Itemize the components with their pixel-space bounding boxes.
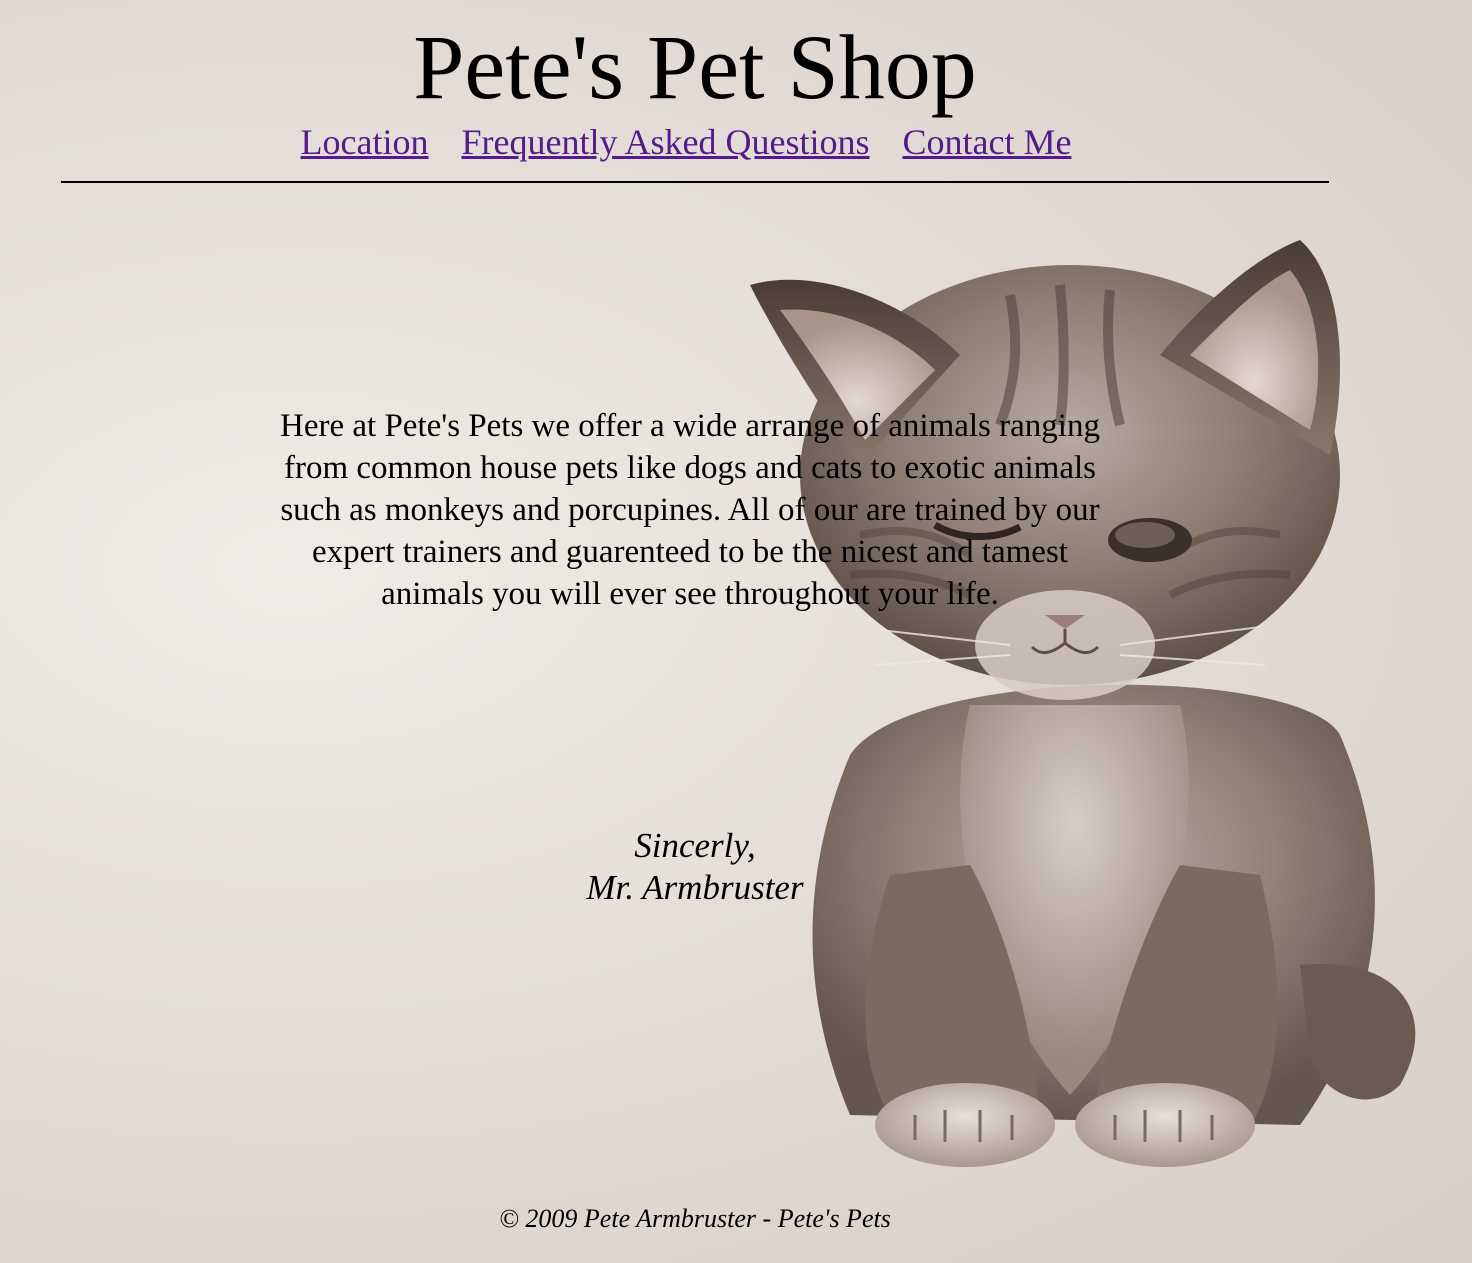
signature-block: Sincerly, Mr. Armbruster: [495, 825, 895, 909]
header-divider: [61, 181, 1329, 183]
footer-copyright: © 2009 Pete Armbruster - Pete's Pets: [499, 1204, 891, 1233]
page-title: Pete's Pet Shop: [413, 16, 977, 118]
nav-link-contact[interactable]: Contact Me: [902, 122, 1071, 162]
top-navigation: Location Frequently Asked Questions Cont…: [0, 120, 1372, 164]
nav-link-faq[interactable]: Frequently Asked Questions: [462, 122, 870, 162]
nav-link-location[interactable]: Location: [301, 122, 429, 162]
signature-name: Mr. Armbruster: [586, 868, 804, 907]
kitten-background-image: [750, 240, 1416, 1167]
intro-paragraph: Here at Pete's Pets we offer a wide arra…: [280, 408, 1100, 612]
closing-text: Sincerly,: [634, 826, 756, 865]
